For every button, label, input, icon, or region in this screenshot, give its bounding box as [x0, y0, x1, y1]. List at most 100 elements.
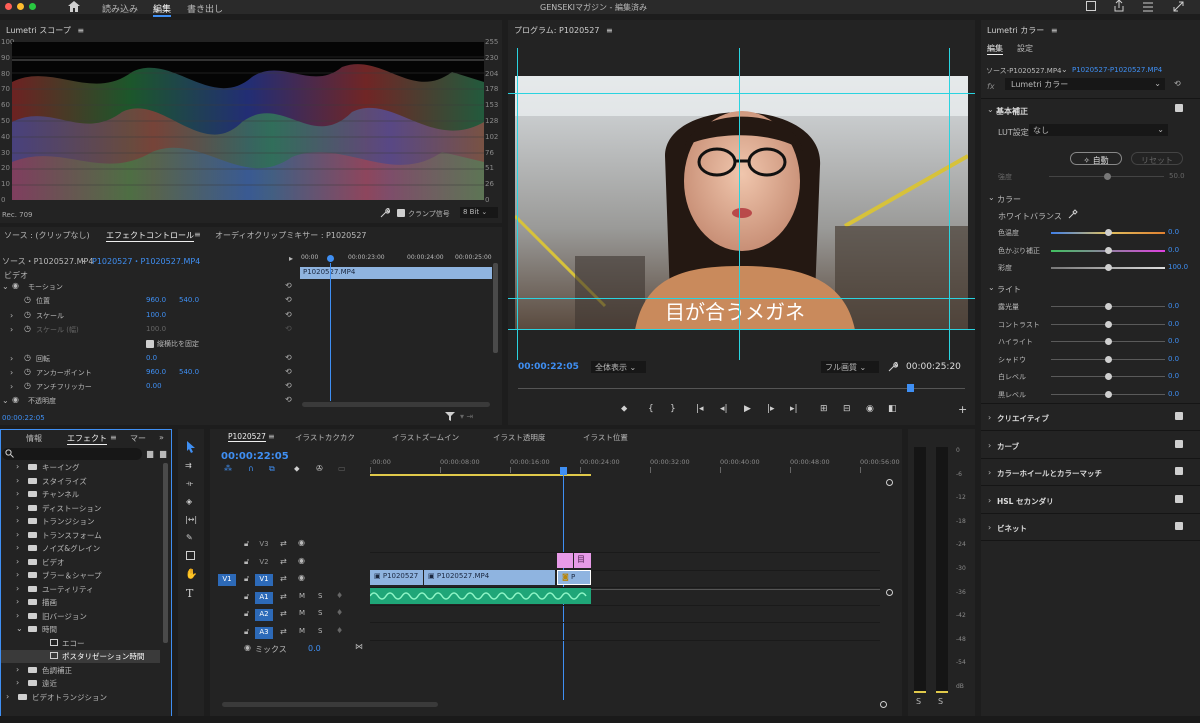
tab-effect-controls[interactable]: エフェクトコントロール — [106, 230, 194, 242]
slider-track[interactable] — [1051, 355, 1165, 363]
lumetri-tab-edit[interactable]: 編集 — [987, 43, 1003, 55]
effect-tree-item[interactable]: ⌄ 時間 — [0, 623, 160, 636]
hand-tool-icon[interactable]: ✋ — [185, 569, 197, 580]
lumetri-fx-select[interactable]: Lumetri カラー ⌄ — [1005, 78, 1165, 90]
wrench-icon[interactable] — [380, 208, 390, 218]
filter-icon[interactable] — [445, 411, 455, 421]
tab-info[interactable]: 情報 — [26, 433, 42, 444]
tab-source[interactable]: ソース : (クリップなし) — [4, 230, 90, 241]
play-only-icon[interactable]: ▸ — [289, 254, 293, 263]
effect-tree-item[interactable]: › ノイズ&グレイン — [0, 542, 160, 555]
stopwatch-icon[interactable]: ◷ — [24, 295, 31, 304]
track-name[interactable]: A3 — [255, 626, 273, 639]
lumetri-section[interactable]: › カーブ — [981, 432, 1200, 459]
timeline-tab[interactable]: イラストズームイン — [392, 432, 459, 443]
lumetri-section[interactable]: › カラーホイールとカラーマッチ — [981, 459, 1200, 486]
timeline-zoom-handle-bottom[interactable] — [886, 589, 893, 596]
chevron-right-icon[interactable]: › — [16, 530, 19, 539]
chevron-down-icon[interactable]: ⌄ — [16, 624, 23, 633]
add-marker-icon[interactable]: ⬥ — [621, 404, 627, 414]
tab-effects[interactable]: エフェクト — [67, 433, 107, 445]
wrench-icon[interactable] — [888, 362, 898, 372]
intensity-slider[interactable] — [1049, 173, 1164, 180]
slider-track[interactable] — [1051, 264, 1165, 271]
reset-icon[interactable]: ⟲ — [285, 381, 292, 390]
chevron-right-icon[interactable]: › — [16, 678, 19, 687]
effect-tree-item[interactable]: › ビデオ — [0, 556, 160, 569]
timeline-tab[interactable]: イラスト透明度 — [493, 432, 545, 443]
effect-tree-item[interactable]: › ブラー＆シャープ — [0, 569, 160, 582]
color-section-title[interactable]: カラー — [997, 194, 1021, 205]
microphone-icon[interactable]: ♦ — [336, 608, 343, 617]
reset-icon[interactable]: ⟲ — [285, 310, 292, 319]
chevron-right-icon[interactable]: › — [10, 354, 13, 363]
solo-button[interactable]: S — [318, 627, 322, 635]
pen-tool-icon[interactable]: ✎ — [186, 533, 193, 542]
sequence-clip-label[interactable]: P1020527・P1020527.MP4 — [92, 256, 200, 267]
clip-v1-a[interactable]: ▣ P1020527 — [370, 570, 423, 585]
lumetri-section[interactable]: › HSL セカンダリ — [981, 487, 1200, 514]
slider-track[interactable] — [1051, 246, 1165, 254]
slider-value[interactable]: 0.0 — [1168, 246, 1179, 254]
stopwatch-icon[interactable]: ◷ — [24, 353, 31, 362]
filter-options-icon[interactable]: ▾ ⇥ — [460, 412, 473, 421]
sync-lock-icon[interactable]: ⇄ — [280, 539, 287, 548]
add-marker-icon[interactable]: ⬥ — [294, 464, 300, 474]
effect-tree-item[interactable]: › スタイライズ — [0, 475, 160, 488]
play-icon[interactable]: ▶ — [744, 404, 751, 414]
track-name[interactable]: V1 — [255, 574, 273, 586]
effect-timecode[interactable]: 00:00:22:05 — [2, 414, 45, 422]
mark-out-icon[interactable]: } — [670, 404, 676, 414]
share-icon[interactable] — [1114, 0, 1124, 12]
effect-tree-item[interactable]: › キーイング — [0, 461, 160, 474]
selection-tool-icon[interactable] — [186, 441, 196, 453]
step-back-icon[interactable]: ◂| — [720, 404, 728, 414]
chevron-down-icon[interactable]: ⌄ — [2, 282, 9, 291]
slider-value[interactable]: 0.0 — [1168, 390, 1179, 398]
chevron-right-icon[interactable]: › — [988, 413, 991, 422]
microphone-icon[interactable]: ♦ — [336, 591, 343, 600]
lumetri-section-title[interactable]: クリエイティブ — [997, 413, 1049, 424]
effect-value[interactable]: 960.0 — [146, 296, 166, 304]
eye-icon[interactable]: ◉ — [12, 395, 19, 404]
panel-menu-icon[interactable]: ≡ — [77, 26, 84, 35]
clip-v1-b[interactable]: ▣ P1020527.MP4 — [424, 570, 555, 585]
effect-tree-item[interactable]: › 描画 — [0, 596, 160, 609]
more-tabs-icon[interactable]: » — [159, 433, 164, 442]
reset-icon[interactable]: ⟲ — [285, 295, 292, 304]
track-name[interactable]: V3 — [255, 539, 273, 551]
slider-knob[interactable] — [1104, 373, 1112, 380]
slider-track[interactable] — [1051, 390, 1165, 398]
slider-value[interactable]: 0.0 — [1168, 228, 1179, 236]
wrench-icon[interactable]: ✇ — [316, 464, 323, 473]
lumetri-section-checkbox[interactable] — [1175, 439, 1183, 448]
effect-tree-item[interactable]: › ユーティリティ — [0, 583, 160, 596]
mute-button[interactable]: M — [299, 592, 305, 600]
reset-icon[interactable]: ⟲ — [285, 395, 292, 404]
auto-button[interactable]: ✧ 自動 — [1070, 152, 1122, 165]
slider-track[interactable] — [1051, 373, 1165, 380]
stopwatch-icon[interactable]: ◷ — [24, 324, 31, 333]
zoom-window-button[interactable] — [29, 3, 36, 10]
clamp-signal-checkbox[interactable] — [397, 209, 405, 219]
reset-effect-icon[interactable]: ⟲ — [1174, 79, 1181, 88]
new-preset-icon[interactable]: ▆ — [160, 449, 166, 458]
chevron-right-icon[interactable]: › — [10, 382, 13, 391]
clip-a1-audio[interactable] — [370, 588, 591, 604]
slider-track[interactable] — [1051, 303, 1165, 310]
reset-icon[interactable]: ⟲ — [285, 353, 292, 362]
solo-button[interactable]: S — [318, 609, 322, 617]
lumetri-sequence-label[interactable]: P1020527-P1020527.MP4 — [1072, 66, 1162, 74]
snap-icon[interactable]: ∩ — [248, 464, 254, 473]
lumetri-section-checkbox[interactable] — [1175, 412, 1183, 420]
effect-tree-item[interactable]: エコー — [0, 637, 160, 650]
slider-knob[interactable] — [1104, 229, 1112, 236]
chevron-right-icon[interactable]: › — [10, 325, 13, 334]
effect-tree-item[interactable]: › トランジション — [0, 515, 160, 528]
basic-section-checkbox[interactable] — [1175, 104, 1183, 114]
comparison-view-icon[interactable]: ◧ — [888, 404, 897, 414]
clip-v2-graphic-b[interactable]: 目 — [574, 553, 591, 568]
slider-value[interactable]: 0.0 — [1168, 372, 1179, 380]
timeline-zoom-handle-top[interactable] — [886, 479, 893, 486]
type-tool-icon[interactable]: T — [186, 587, 193, 600]
